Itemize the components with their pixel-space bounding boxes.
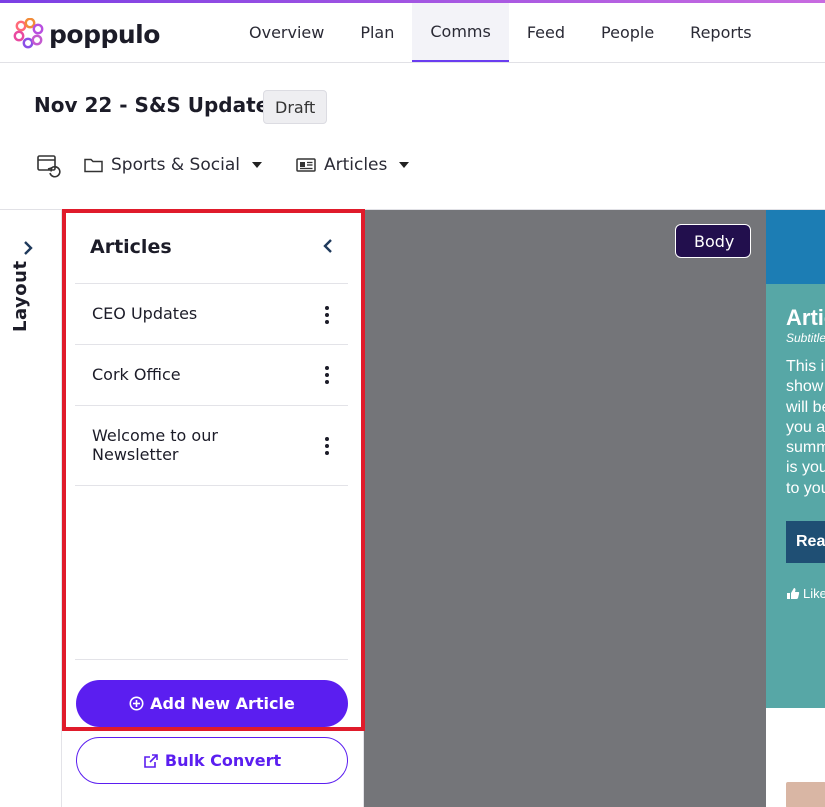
- articles-list: CEO Updates Cork Office Welcome to our N…: [75, 283, 348, 486]
- article-title: Cork Office: [92, 365, 181, 384]
- nav-comms[interactable]: Comms: [412, 3, 509, 62]
- add-new-article-button[interactable]: Add New Article: [76, 680, 348, 727]
- articles-panel-title: Articles: [90, 236, 172, 258]
- channel-dropdown-label: Sports & Social: [111, 155, 240, 175]
- nav-people[interactable]: People: [583, 3, 672, 62]
- top-navigation-bar: poppulo Overview Plan Comms Feed People …: [0, 3, 825, 63]
- preview-body-line: you a: [786, 418, 825, 436]
- more-vertical-icon[interactable]: [324, 437, 330, 455]
- brand-name: poppulo: [49, 19, 160, 49]
- chevron-down-icon: [399, 162, 410, 168]
- articles-panel: Articles CEO Updates Cork Office Welcome…: [62, 210, 364, 807]
- article-title: Welcome to our Newsletter: [92, 426, 218, 464]
- nav-plan[interactable]: Plan: [342, 3, 412, 62]
- list-item[interactable]: Welcome to our Newsletter: [75, 406, 348, 486]
- preview-body-line: show: [786, 378, 824, 396]
- preview-article-title: Artic: [786, 305, 825, 330]
- preview-like-label: Like: [803, 586, 825, 601]
- layout-rail-label: Layout: [10, 260, 31, 332]
- thumbs-up-icon: [787, 588, 800, 599]
- plus-circle-icon: [129, 696, 144, 711]
- external-link-icon: [144, 753, 158, 768]
- more-vertical-icon[interactable]: [324, 366, 330, 384]
- preview-article-body: This i show will be you a summ is you to…: [786, 357, 825, 499]
- nav-feed[interactable]: Feed: [509, 3, 583, 62]
- bulk-convert-button[interactable]: Bulk Convert: [76, 737, 348, 784]
- article-title: CEO Updates: [92, 304, 198, 323]
- section-tag-body[interactable]: Body: [675, 224, 752, 258]
- chevron-left-icon[interactable]: [320, 238, 336, 254]
- preview-like[interactable]: Like: [786, 586, 825, 601]
- nav-overview[interactable]: Overview: [231, 3, 342, 62]
- preview-body-line: will be: [786, 398, 825, 416]
- add-new-article-label: Add New Article: [150, 694, 295, 713]
- preview-body-line: is you: [786, 459, 825, 477]
- preview-body-line: This i: [786, 358, 825, 375]
- layout-rail[interactable]: Layout: [0, 210, 62, 807]
- chevron-right-icon[interactable]: [20, 240, 36, 256]
- preview-body-line: to you: [786, 479, 825, 497]
- nav-reports[interactable]: Reports: [672, 3, 769, 62]
- bulk-convert-label: Bulk Convert: [164, 751, 282, 770]
- newspaper-icon: [296, 158, 316, 172]
- preview-image-thumbnail: [786, 782, 825, 807]
- preview-body-line: summ: [786, 439, 825, 457]
- comm-toolbar: Sports & Social Articles: [36, 152, 410, 178]
- status-badge: Draft: [263, 90, 328, 124]
- poppulo-logo-icon: [13, 18, 44, 49]
- app-logo[interactable]: poppulo: [13, 18, 160, 50]
- newsletter-preview: Artic Subtitle This i show will be you a…: [766, 210, 825, 807]
- list-item[interactable]: CEO Updates: [75, 284, 348, 345]
- preview-canvas: Body Artic Subtitle This i show will be …: [364, 210, 825, 807]
- folder-icon: [84, 158, 103, 173]
- preview-read-more-button[interactable]: Rea: [786, 521, 825, 563]
- preview-header-band: [766, 210, 825, 284]
- channel-dropdown[interactable]: Sports & Social: [84, 155, 262, 175]
- more-vertical-icon[interactable]: [324, 306, 330, 324]
- list-item[interactable]: Cork Office: [75, 345, 348, 406]
- preview-article-subtitle: Subtitle: [786, 331, 825, 345]
- page-title: Nov 22 - S&S Update: [34, 93, 270, 117]
- editor-area: Layout Articles CEO Updates Cork Office …: [0, 209, 825, 807]
- restore-icon[interactable]: [36, 152, 62, 178]
- main-nav: Overview Plan Comms Feed People Reports: [231, 3, 770, 62]
- chevron-down-icon: [251, 162, 262, 168]
- view-dropdown[interactable]: Articles: [296, 155, 410, 175]
- view-dropdown-label: Articles: [323, 155, 388, 175]
- layout-rail-label-wrap: Layout: [10, 260, 36, 352]
- panel-divider: [75, 659, 348, 660]
